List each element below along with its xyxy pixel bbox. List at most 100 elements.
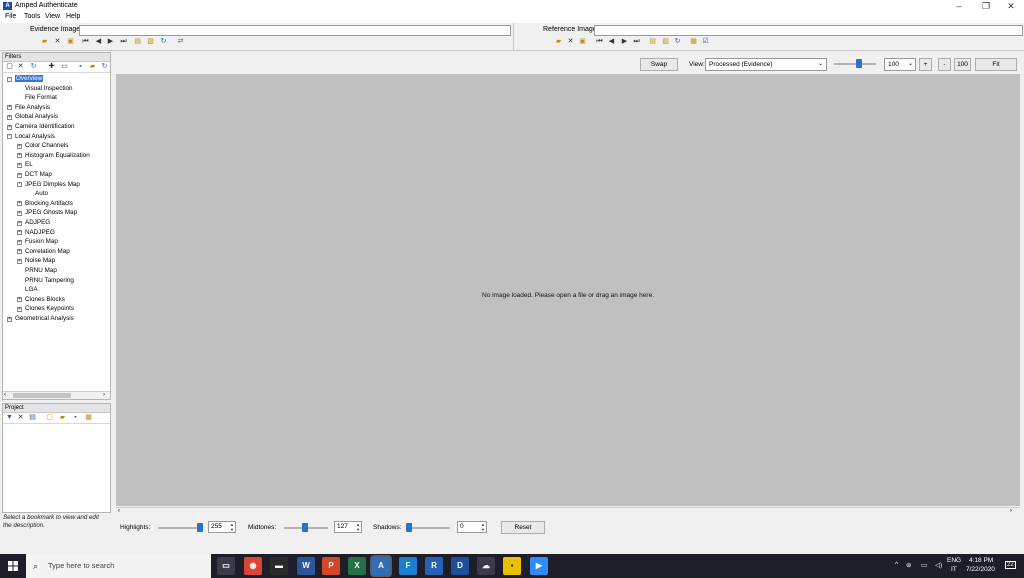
menu-file[interactable]: File <box>5 13 16 20</box>
excel-icon[interactable]: X <box>348 557 366 575</box>
next-frame-icon[interactable]: ▶ <box>106 38 115 46</box>
image-icon[interactable]: ▣ <box>66 38 75 46</box>
scroll-left-icon[interactable]: ‹ <box>4 392 6 398</box>
filter-tree-item[interactable]: File Analysis <box>15 104 50 111</box>
filter-tree-item[interactable]: Correlation Map <box>25 248 70 255</box>
highlights-slider-track[interactable] <box>158 527 202 529</box>
folder-icon[interactable]: ▰ <box>88 63 97 71</box>
expand-icon[interactable]: + <box>17 297 22 303</box>
zoom-slider-track[interactable] <box>834 63 876 65</box>
expand-icon[interactable]: + <box>17 258 22 264</box>
zoom-select[interactable]: 100 ⌄ <box>884 58 916 71</box>
zoom-slider-thumb[interactable] <box>856 59 862 68</box>
filter-tree-item[interactable]: Noise Map <box>25 257 55 264</box>
filter-tree-item[interactable]: Visual Inspection <box>25 85 73 92</box>
expand-icon[interactable]: + <box>7 105 12 111</box>
scroll-left-icon[interactable]: ‹ <box>118 508 120 514</box>
amped-replay-icon[interactable]: R <box>425 557 443 575</box>
minimize-button[interactable]: – <box>946 0 972 12</box>
chat-icon[interactable]: ▭ <box>921 561 927 569</box>
word-icon[interactable]: W <box>297 557 315 575</box>
windows-start-icon[interactable] <box>8 561 18 571</box>
filter-tree-item[interactable]: NADJPEG <box>25 229 55 236</box>
filter-tree-item[interactable]: JPEG Dimples Map <box>25 181 80 188</box>
new-filter-icon[interactable]: ▢ <box>5 63 14 71</box>
filter-tree-item[interactable]: ADJPEG <box>25 219 50 226</box>
scroll-thumb[interactable] <box>13 393 71 398</box>
filter-tree-item[interactable]: Auto <box>35 190 48 197</box>
scroll-right-icon[interactable]: › <box>103 392 105 398</box>
midtones-slider-thumb[interactable] <box>302 523 308 532</box>
cloud-app-icon[interactable]: ☁ <box>477 557 495 575</box>
add-icon[interactable]: ✚ <box>47 63 56 71</box>
snapshot-icon[interactable]: ▧ <box>146 38 155 46</box>
notifications-badge[interactable]: 22 <box>1005 561 1016 569</box>
refresh-icon[interactable]: ↻ <box>100 63 109 71</box>
evidence-path-field[interactable] <box>79 25 511 36</box>
chevron-up-icon[interactable]: ^ <box>895 561 898 568</box>
checkbox-icon[interactable]: ☑ <box>701 38 710 46</box>
open-folder-icon[interactable]: ▰ <box>554 38 563 46</box>
canvas-horizontal-scrollbar[interactable]: ‹ › <box>116 507 1020 516</box>
terminal-icon[interactable]: ▬ <box>270 557 288 575</box>
powerpoint-icon[interactable]: P <box>322 557 340 575</box>
menu-tools[interactable]: Tools <box>24 13 40 20</box>
amped-authenticate-icon[interactable]: A <box>372 557 390 575</box>
expand-icon[interactable]: + <box>17 162 22 168</box>
minus-icon[interactable]: ▭ <box>60 63 69 71</box>
expand-icon[interactable]: + <box>17 210 22 216</box>
export-icon[interactable]: ▤ <box>648 38 657 46</box>
sticky-notes-icon[interactable]: ▪ <box>503 557 521 575</box>
midtones-spinbox[interactable]: 127 ▲ ▼ <box>334 521 362 533</box>
shadows-slider-track[interactable] <box>406 527 450 529</box>
close-button[interactable]: ✕ <box>998 0 1024 12</box>
last-frame-icon[interactable]: ⏭ <box>119 38 128 46</box>
report-icon[interactable]: ▤ <box>28 414 37 422</box>
expand-icon[interactable]: + <box>17 220 22 226</box>
save-project-icon[interactable]: ▪ <box>71 414 80 422</box>
expand-icon[interactable]: + <box>7 316 12 322</box>
volume-icon[interactable]: ◁) <box>935 561 942 569</box>
spin-arrows-icon[interactable]: ▲ ▼ <box>480 522 486 532</box>
open-project-icon[interactable]: ▰ <box>58 414 67 422</box>
collapse-icon[interactable]: - <box>7 76 12 82</box>
filter-tree-item[interactable]: File Format <box>25 94 57 101</box>
zoom-100-button[interactable]: 100 <box>954 58 971 71</box>
expand-icon[interactable]: + <box>17 153 22 159</box>
close-icon[interactable]: ✕ <box>566 38 575 46</box>
highlights-spinbox[interactable]: 255 ▲ ▼ <box>208 521 236 533</box>
reload-icon[interactable]: ↻ <box>29 63 38 71</box>
close-icon[interactable]: ✕ <box>53 38 62 46</box>
amped-five-icon[interactable]: F <box>399 557 417 575</box>
expand-icon[interactable]: + <box>17 306 22 312</box>
expand-icon[interactable]: + <box>7 114 12 120</box>
filter-tree-item[interactable]: Local Analysis <box>15 133 55 140</box>
expand-icon[interactable]: + <box>17 143 22 149</box>
zoom-out-button[interactable]: - <box>938 58 951 71</box>
spin-arrows-icon[interactable]: ▲ ▼ <box>229 522 235 532</box>
save-icon[interactable]: ▪ <box>76 63 85 71</box>
filter-tree-item[interactable]: Clones Keypoints <box>25 305 74 312</box>
filter-tree-item[interactable]: PRNU Tampering <box>25 277 74 284</box>
first-frame-icon[interactable]: ⏮ <box>595 38 604 46</box>
delete-icon[interactable]: ✕ <box>16 414 25 422</box>
clock-time[interactable]: 4:18 PM <box>969 557 993 564</box>
filter-tree-item[interactable]: Global Analysis <box>15 113 58 120</box>
filter-tree-item[interactable]: Histogram Equalization <box>25 152 90 159</box>
view-select[interactable]: Processed (Evidence) ⌄ <box>705 58 827 71</box>
filter-tree-item[interactable]: DCT Map <box>25 171 52 178</box>
zoom-app-icon[interactable]: ▶ <box>530 557 548 575</box>
collapse-icon[interactable]: - <box>17 182 22 188</box>
scroll-right-icon[interactable]: › <box>1010 508 1012 514</box>
expand-icon[interactable]: + <box>17 239 22 245</box>
filter-tree-item[interactable]: JPEG Ghosts Map <box>25 209 77 216</box>
filter-tree-item[interactable]: Color Channels <box>25 142 68 149</box>
first-frame-icon[interactable]: ⏮ <box>81 38 90 46</box>
zoom-in-button[interactable]: + <box>919 58 932 71</box>
new-project-icon[interactable]: ▢ <box>45 414 54 422</box>
refresh-icon[interactable]: ↻ <box>673 38 682 46</box>
highlights-slider-thumb[interactable] <box>197 523 203 532</box>
menu-view[interactable]: View <box>45 13 60 20</box>
last-frame-icon[interactable]: ⏭ <box>632 38 641 46</box>
filter-tree-item[interactable]: Blocking Artifacts <box>25 200 73 207</box>
